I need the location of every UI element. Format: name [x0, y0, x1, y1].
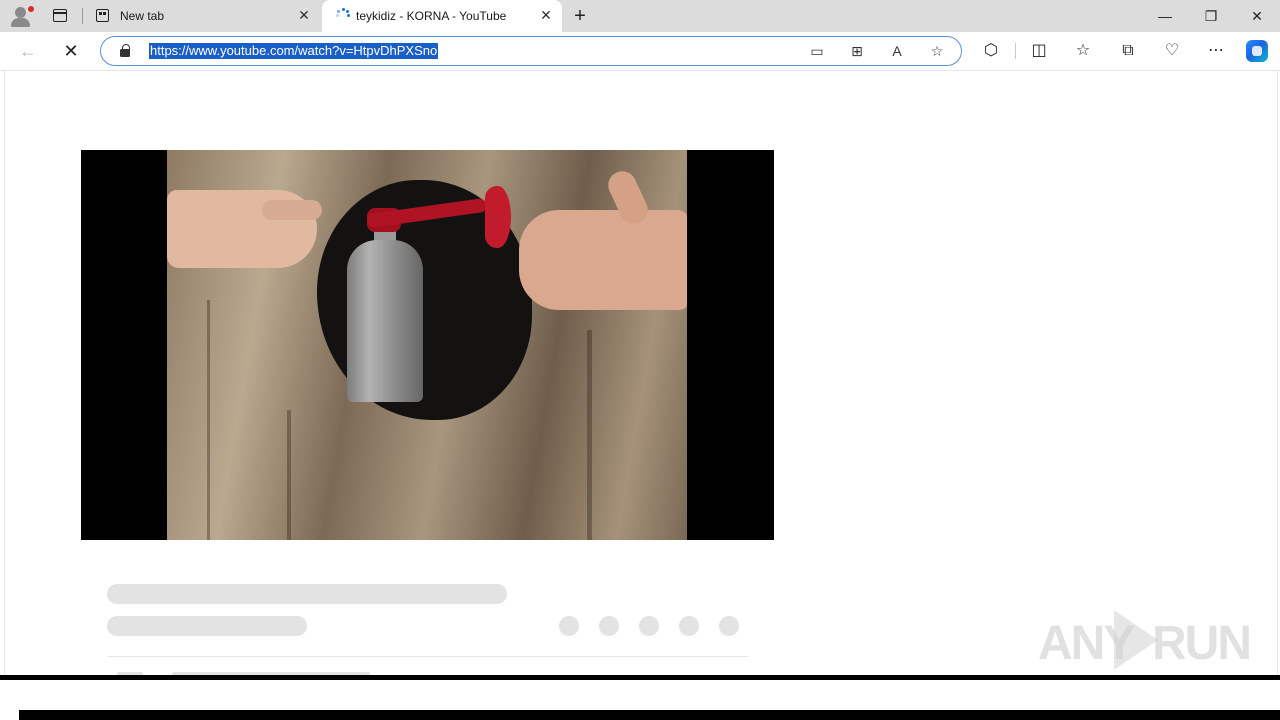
profile-avatar-icon[interactable]: [8, 4, 34, 28]
split-screen-icon[interactable]: ◫: [1028, 40, 1050, 62]
anyrun-watermark: ANY RUN: [1038, 606, 1252, 670]
device-icon[interactable]: ▭: [807, 42, 827, 60]
bottom-bar: [19, 710, 1280, 720]
favorites-icon[interactable]: ☆: [1072, 40, 1094, 62]
action-skeleton-2: [599, 616, 619, 636]
browser-toolbar: ← ✕ https://www.youtube.com/watch?v=Htpv…: [0, 32, 1280, 71]
bottom-gap: [0, 680, 1280, 710]
content-divider: [107, 656, 748, 657]
url-text[interactable]: https://www.youtube.com/watch?v=HtpvDhPX…: [149, 43, 439, 59]
stop-loading-button[interactable]: ✕: [58, 38, 84, 64]
lock-icon[interactable]: [120, 44, 130, 57]
title-skeleton: [107, 584, 507, 604]
action-skeleton-5: [719, 616, 739, 636]
back-button[interactable]: ←: [15, 38, 41, 64]
new-tab-page-icon: [96, 9, 110, 23]
new-tab-button[interactable]: +: [569, 5, 591, 27]
right-hand-image: [519, 210, 687, 310]
copilot-icon[interactable]: [1246, 40, 1268, 62]
close-tab-icon[interactable]: ✕: [296, 7, 312, 23]
tab-actions-icon[interactable]: [48, 6, 72, 26]
left-hand-image: [167, 190, 322, 268]
tab-title: New tab: [120, 9, 165, 23]
channel-skeleton: [107, 616, 307, 636]
tab-divider: [82, 8, 83, 24]
toolbar-divider: [1015, 43, 1016, 59]
read-aloud-icon[interactable]: A: [887, 42, 907, 60]
video-thumbnail: [167, 150, 687, 540]
tab-new-tab[interactable]: New tab ✕: [86, 0, 320, 32]
loading-spinner-icon: [336, 8, 350, 22]
close-window-button[interactable]: ✕: [1234, 0, 1280, 32]
action-skeleton-1: [559, 616, 579, 636]
tab-youtube[interactable]: teykidiz - KORNA - YouTube ✕: [322, 0, 562, 32]
favorite-star-icon[interactable]: ☆: [927, 42, 947, 60]
tab-title: teykidiz - KORNA - YouTube: [356, 9, 507, 23]
air-horn-canister: [347, 240, 423, 402]
notification-dot: [28, 6, 34, 12]
browser-essentials-icon[interactable]: ♡: [1161, 40, 1183, 62]
collections-icon[interactable]: ⧉: [1117, 40, 1139, 62]
minimize-button[interactable]: —: [1142, 0, 1188, 32]
watermark-right-text: RUN: [1152, 617, 1252, 670]
close-tab-icon[interactable]: ✕: [538, 7, 554, 23]
apps-icon[interactable]: ⊞: [847, 42, 867, 60]
address-bar[interactable]: https://www.youtube.com/watch?v=HtpvDhPX…: [100, 36, 962, 66]
extensions-icon[interactable]: ⬡: [980, 40, 1002, 62]
action-skeleton-4: [679, 616, 699, 636]
video-player[interactable]: [81, 150, 774, 540]
restore-button[interactable]: ❐: [1188, 0, 1234, 32]
tab-strip: New tab ✕ teykidiz - KORNA - YouTube ✕ +…: [0, 0, 1280, 32]
more-icon[interactable]: ⋯: [1205, 40, 1227, 62]
action-skeleton-3: [639, 616, 659, 636]
